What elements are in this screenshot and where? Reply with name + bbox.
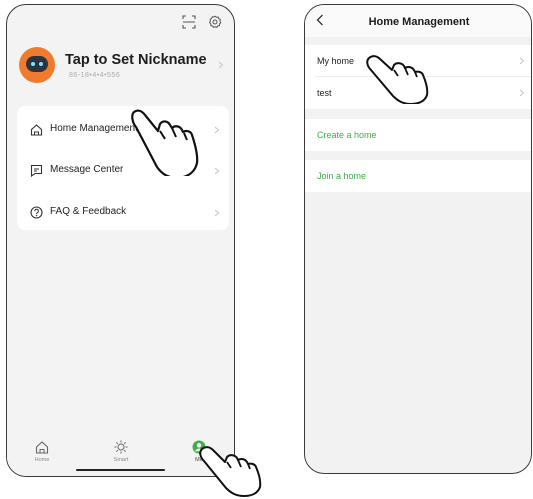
chevron-right-icon [218,61,224,69]
join-home-button[interactable]: Join a home [305,160,531,192]
top-actions [182,15,222,29]
menu-item-faq-feedback[interactable]: FAQ & Feedback [17,193,229,233]
help-icon [30,206,43,219]
chevron-right-icon [519,89,525,97]
tab-label: Home [34,457,50,463]
home-indicator [76,468,165,471]
chevron-right-icon [214,167,220,175]
settings-icon[interactable] [208,15,222,29]
menu-item-label: Message Center [50,164,124,175]
create-home-label: Create a home [317,130,377,140]
tab-smart[interactable]: Smart [101,440,141,470]
hand-pointer-icon [131,109,199,176]
home-icon [35,441,49,454]
me-screen: Tap to Set Nickname 86-18•4•4•556 Home M… [6,4,235,477]
hand-pointer-icon [366,55,429,104]
scan-icon[interactable] [182,15,196,29]
robot-face-icon [26,56,48,72]
page-title: Home Management [368,16,470,28]
create-home-button[interactable]: Create a home [305,119,531,151]
home-name: My home [317,56,355,66]
nav-header: Home Management [305,5,531,37]
hand-pointer-icon [199,446,262,497]
profile-header[interactable]: Tap to Set Nickname 86-18•4•4•556 [19,47,224,91]
avatar[interactable] [19,47,55,83]
message-icon [30,164,43,177]
sun-icon [114,440,128,454]
join-home-label: Join a home [317,171,367,181]
menu-item-label: Home Management [50,123,138,134]
account-id: 86-18•4•4•556 [69,72,121,79]
chevron-right-icon [214,209,220,217]
tab-label: Smart [113,457,129,463]
chevron-right-icon [519,57,525,65]
chevron-right-icon [214,126,220,134]
home-icon [30,124,43,136]
home-name: test [317,88,332,98]
menu-item-label: FAQ & Feedback [50,206,127,217]
nickname-label[interactable]: Tap to Set Nickname [65,52,207,68]
tab-home[interactable]: Home [22,440,62,470]
